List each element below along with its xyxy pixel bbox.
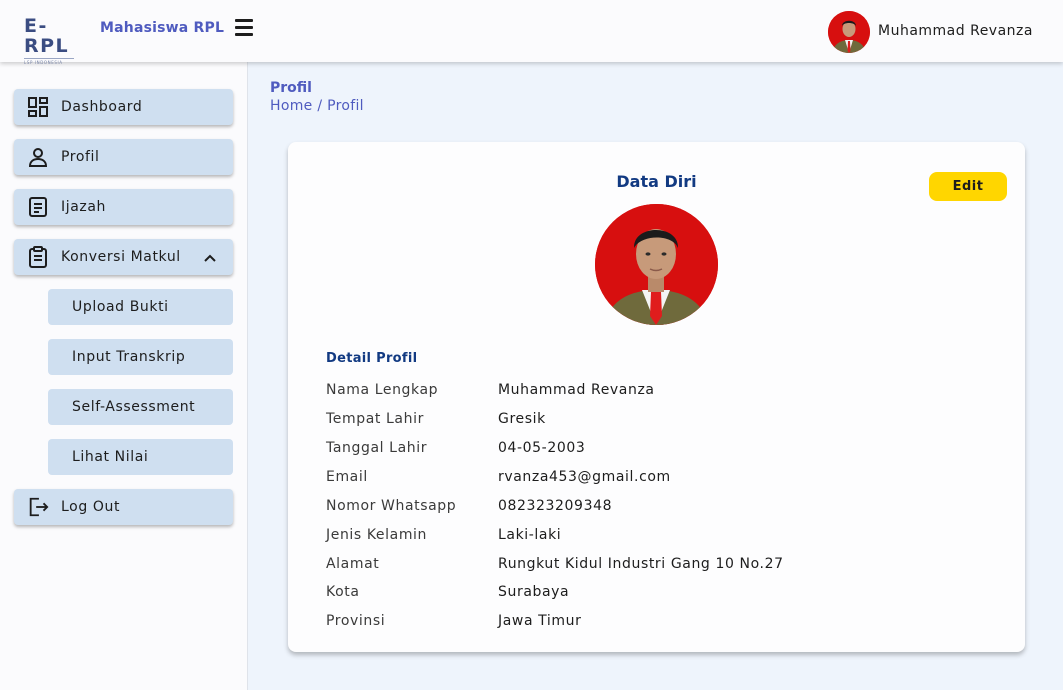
submenu-item-label: Lihat Nilai — [72, 449, 149, 465]
profile-field-row: Alamat Rungkut Kidul Industri Gang 10 No… — [326, 556, 1006, 576]
submenu-item-input-transkrip[interactable]: Input Transkrip — [48, 339, 233, 375]
chevron-up-icon[interactable] — [203, 250, 217, 264]
sidebar-item-konversi-matkul[interactable]: Konversi Matkul — [14, 239, 233, 275]
field-label: Tanggal Lahir — [326, 440, 428, 456]
submenu-item-label: Input Transkrip — [72, 349, 186, 365]
field-value: Surabaya — [498, 584, 570, 600]
field-value: 082323209348 — [498, 498, 613, 514]
field-label: Alamat — [326, 556, 380, 572]
sidebar-item-dashboard[interactable]: Dashboard — [14, 89, 233, 125]
sidebar-item-logout[interactable]: Log Out — [14, 489, 233, 525]
sidebar-item-label: Dashboard — [61, 99, 143, 115]
logout-icon — [27, 496, 49, 518]
app-name: Mahasiswa RPL — [100, 20, 225, 36]
breadcrumb: Home / Profil — [270, 98, 364, 114]
field-label: Nama Lengkap — [326, 382, 439, 398]
submenu-item-lihat-nilai[interactable]: Lihat Nilai — [48, 439, 233, 475]
profile-field-row: Email rvanza453@gmail.com — [326, 469, 1006, 489]
sidebar: Dashboard Profil Ijazah Konversi Matkul — [0, 62, 248, 690]
submenu-item-upload-bukti[interactable]: Upload Bukti — [48, 289, 233, 325]
profile-field-row: Tempat Lahir Gresik — [326, 411, 1006, 431]
field-label: Provinsi — [326, 613, 386, 629]
profile-card: Data Diri Edit Detail Profil Nama Lengka… — [288, 142, 1025, 652]
logo-text: E-RPL — [24, 15, 70, 57]
sidebar-item-label: Log Out — [61, 499, 121, 515]
user-name[interactable]: Muhammad Revanza — [878, 23, 1033, 39]
sidebar-item-profil[interactable]: Profil — [14, 139, 233, 175]
sidebar-item-label: Ijazah — [61, 199, 106, 215]
submenu-item-label: Upload Bukti — [72, 299, 169, 315]
profile-field-row: Nomor Whatsapp 082323209348 — [326, 498, 1006, 518]
profile-field-row: Nama Lengkap Muhammad Revanza — [326, 382, 1006, 402]
sidebar-item-label: Konversi Matkul — [61, 249, 181, 265]
user-avatar[interactable] — [828, 11, 870, 53]
clipboard-icon — [27, 246, 49, 268]
document-icon — [27, 196, 49, 218]
breadcrumb-home-link[interactable]: Home — [270, 98, 313, 114]
field-label: Nomor Whatsapp — [326, 498, 457, 514]
field-label: Kota — [326, 584, 360, 600]
card-title: Data Diri — [616, 172, 697, 191]
field-value: Muhammad Revanza — [498, 382, 655, 398]
profile-field-row: Provinsi Jawa Timur — [326, 613, 1006, 633]
detail-profil-heading: Detail Profil — [326, 351, 418, 366]
breadcrumb-separator: / — [317, 98, 323, 114]
menu-toggle-icon[interactable] — [233, 19, 255, 39]
profile-field-row: Jenis Kelamin Laki-laki — [326, 527, 1006, 547]
submenu-item-self-assessment[interactable]: Self-Assessment — [48, 389, 233, 425]
field-label: Jenis Kelamin — [326, 527, 428, 543]
edit-button[interactable]: Edit — [929, 172, 1007, 201]
user-icon — [27, 146, 49, 168]
submenu-item-label: Self-Assessment — [72, 399, 196, 415]
field-value: rvanza453@gmail.com — [498, 469, 671, 485]
profile-field-row: Kota Surabaya — [326, 584, 1006, 604]
app-logo[interactable]: E-RPL LSP INDONESIA — [24, 16, 92, 65]
field-value: Gresik — [498, 411, 546, 427]
profile-field-row: Tanggal Lahir 04-05-2003 — [326, 440, 1006, 460]
breadcrumb-current: Profil — [327, 98, 364, 114]
top-bar: E-RPL LSP INDONESIA Mahasiswa RPL Muhamm… — [0, 0, 1063, 65]
field-value: Jawa Timur — [498, 613, 582, 629]
field-label: Email — [326, 469, 368, 485]
dashboard-icon — [27, 96, 49, 118]
sidebar-item-label: Profil — [61, 149, 100, 165]
sidebar-item-ijazah[interactable]: Ijazah — [14, 189, 233, 225]
profile-photo — [595, 204, 718, 325]
page-title: Profil — [270, 80, 312, 96]
field-value: 04-05-2003 — [498, 440, 586, 456]
field-value: Rungkut Kidul Industri Gang 10 No.27 — [498, 556, 784, 572]
field-value: Laki-laki — [498, 527, 562, 543]
field-label: Tempat Lahir — [326, 411, 424, 427]
logo-subtext: LSP INDONESIA — [24, 58, 74, 65]
